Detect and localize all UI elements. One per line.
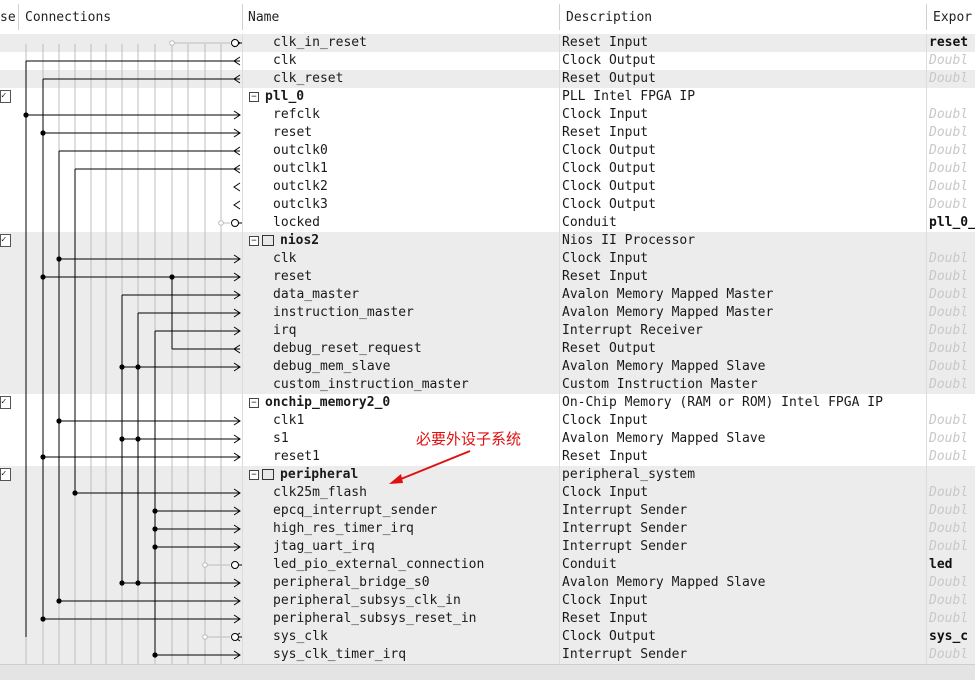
annotation-arrow [389, 450, 471, 484]
horizontal-scrollbar[interactable] [0, 664, 975, 680]
